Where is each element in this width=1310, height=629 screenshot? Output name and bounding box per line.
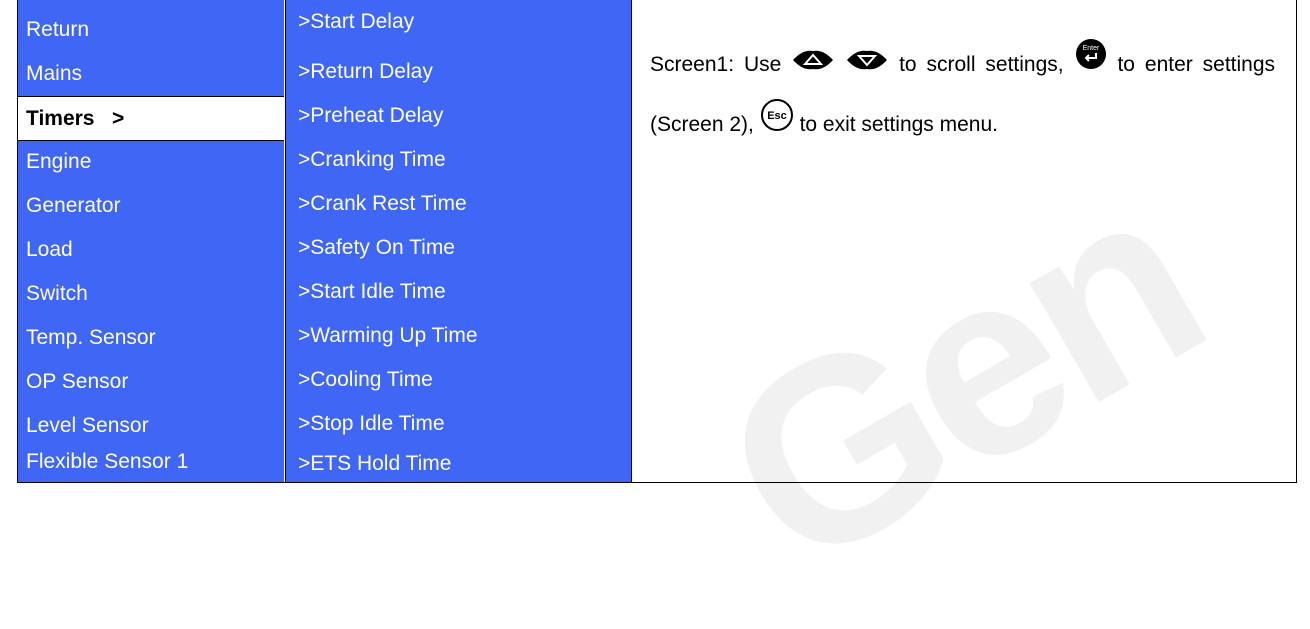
submenu-item[interactable]: >Warming Up Time (298, 314, 478, 358)
svg-text:Esc: Esc (767, 110, 787, 122)
submenu-item[interactable]: >Preheat Delay (298, 94, 443, 138)
menu-item-generator[interactable]: Generator (26, 184, 121, 228)
menu-item-timers-selected[interactable]: Timers > (18, 96, 284, 141)
instruction-part: to scroll settings, (899, 53, 1064, 76)
menu-item-mains[interactable]: Mains (26, 52, 82, 96)
menu-item-flexible-sensor-1[interactable]: Flexible Sensor 1 (26, 440, 188, 484)
menu-item-switch[interactable]: Switch (26, 272, 88, 316)
submenu-item[interactable]: >Cranking Time (298, 138, 446, 182)
menu-item-engine[interactable]: Engine (26, 140, 91, 184)
instruction-part: to exit settings menu. (799, 113, 998, 137)
instruction-part: Screen1: Use (650, 53, 782, 76)
enter-button-icon: Enter (1074, 35, 1108, 95)
submenu-item[interactable]: >Return Delay (298, 50, 433, 94)
menu-item-load[interactable]: Load (26, 228, 73, 272)
submenu-item[interactable]: >Start Delay (298, 0, 414, 44)
timers-submenu: >Start Delay >Return Delay >Preheat Dela… (286, 0, 631, 482)
instructions-text: Screen1: Use to scroll settings, Enter t… (650, 35, 1275, 156)
submenu-item[interactable]: >ETS Hold Time (298, 442, 451, 486)
submenu-item[interactable]: >Crank Rest Time (298, 182, 467, 226)
submenu-item[interactable]: >Start Idle Time (298, 270, 446, 314)
svg-text:Enter: Enter (1082, 45, 1099, 52)
submenu-item[interactable]: >Cooling Time (298, 358, 433, 402)
esc-button-icon: Esc (760, 96, 794, 156)
up-arrow-button-icon (791, 35, 835, 95)
column-divider (631, 0, 632, 483)
submenu-item[interactable]: >Safety On Time (298, 226, 455, 270)
down-arrow-button-icon (845, 35, 889, 95)
submenu-item[interactable]: >Stop Idle Time (298, 402, 445, 446)
menu-item-op-sensor[interactable]: OP Sensor (26, 360, 128, 404)
menu-item-label: Timers > (26, 107, 125, 130)
main-menu: Return Mains Timers > Engine Generator L… (18, 0, 284, 482)
menu-item-temp-sensor[interactable]: Temp. Sensor (26, 316, 156, 360)
menu-item-return[interactable]: Return (26, 8, 89, 52)
